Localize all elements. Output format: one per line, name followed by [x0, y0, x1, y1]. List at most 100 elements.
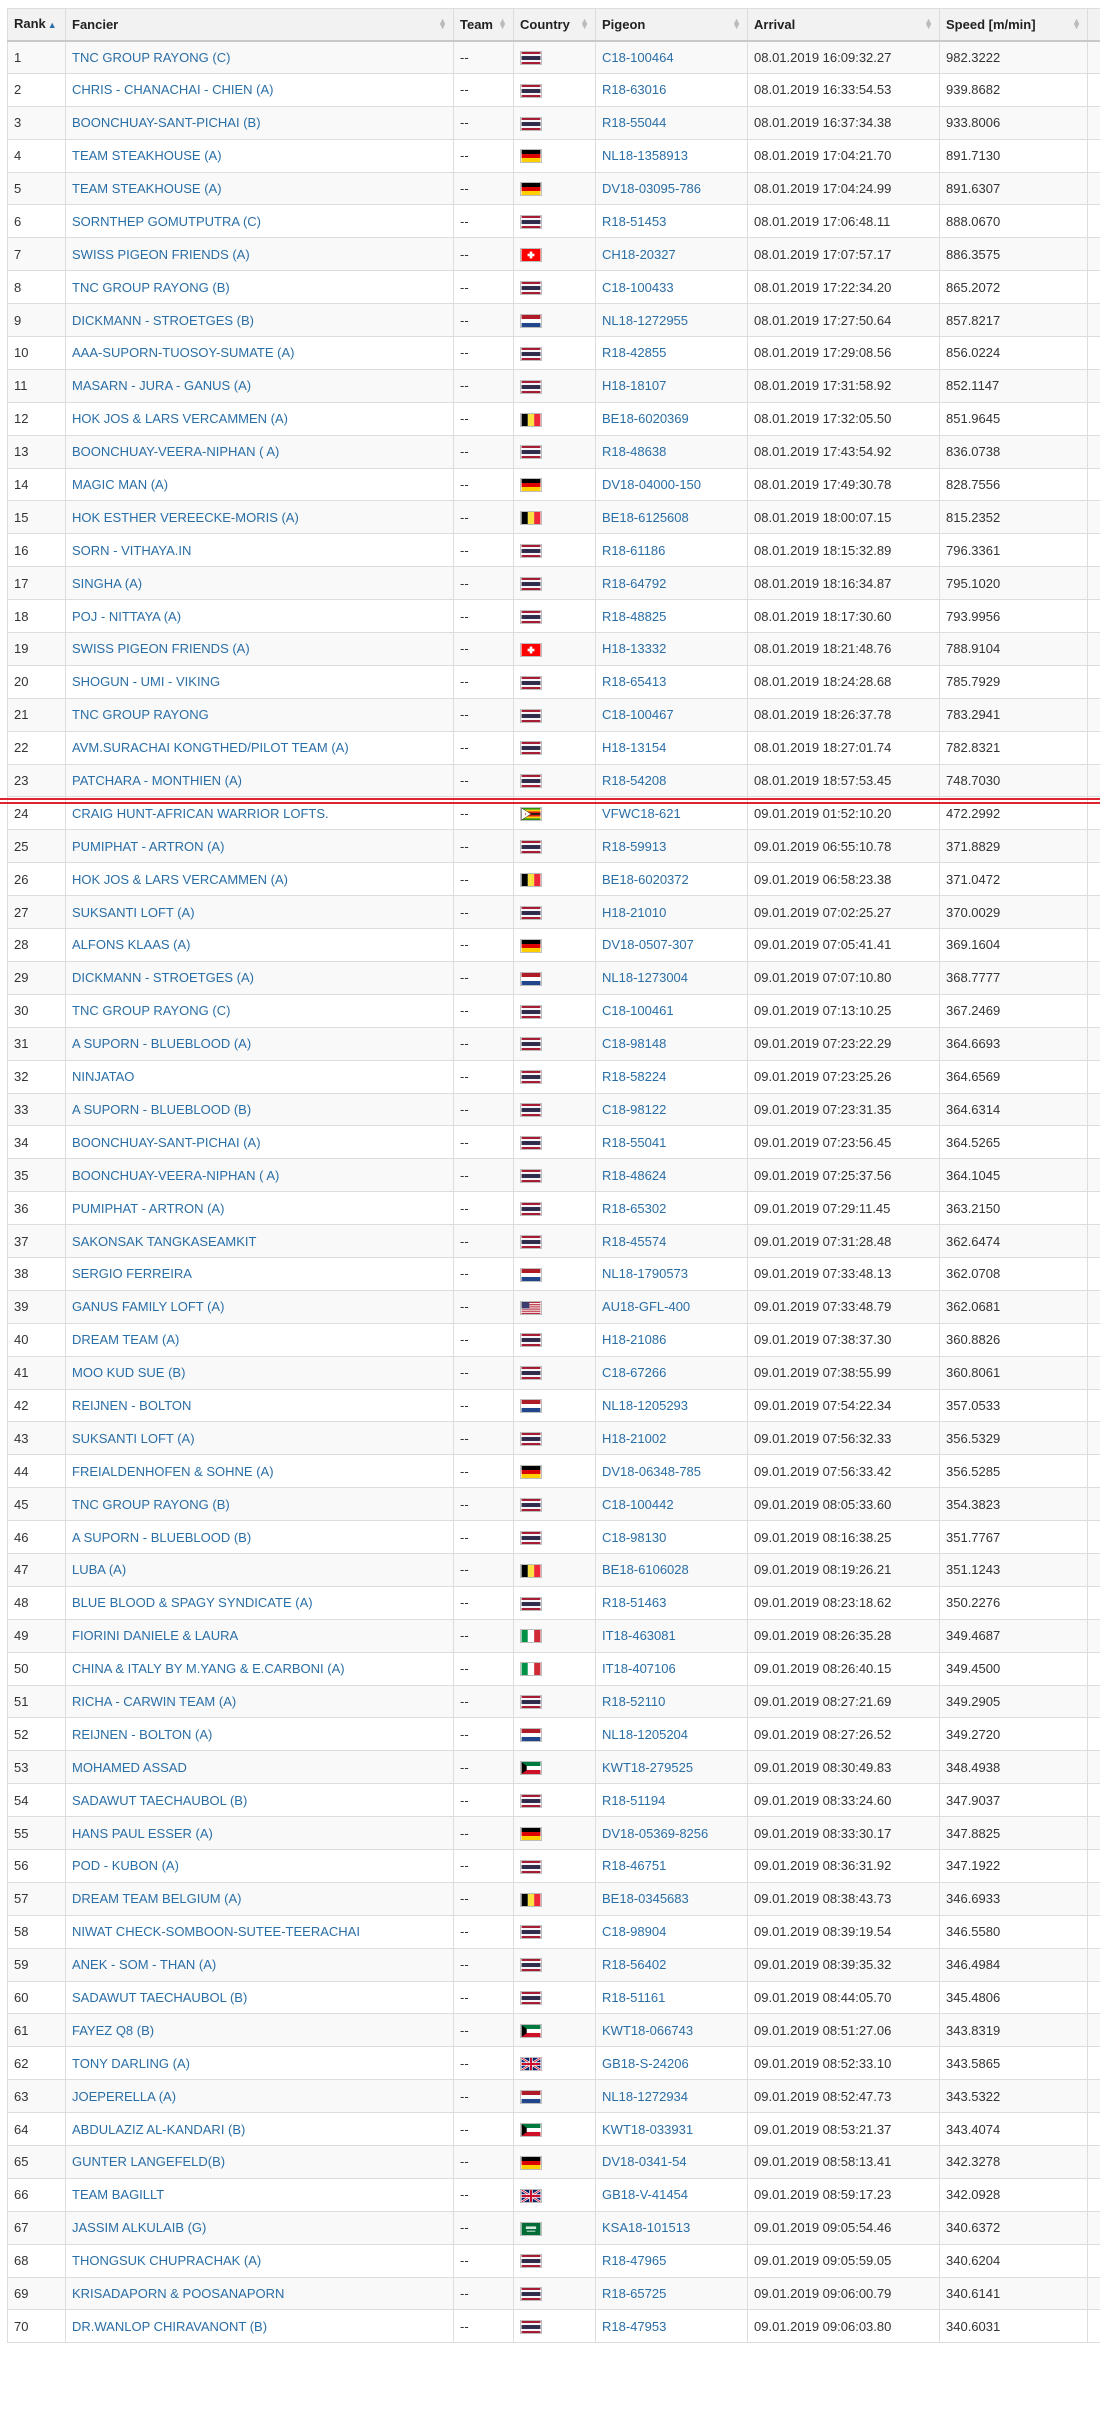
fancier-link[interactable]: DREAM TEAM BELGIUM (A) [65, 1881, 454, 1916]
pigeon-link[interactable]: NL18-1205204 [595, 1717, 748, 1752]
fancier-link[interactable]: SORNTHEP GOMUTPUTRA (C) [65, 204, 454, 239]
fancier-link[interactable]: FAYEZ Q8 (B) [65, 2013, 454, 2048]
fancier-link[interactable]: THONGSUK CHUPRACHAK (A) [65, 2243, 454, 2278]
fancier-link[interactable]: TNC GROUP RAYONG (B) [65, 270, 454, 305]
pigeon-link[interactable]: NL18-1272955 [595, 303, 748, 338]
fancier-link[interactable]: A SUPORN - BLUEBLOOD (B) [65, 1092, 454, 1127]
pigeon-link[interactable]: DV18-06348-785 [595, 1454, 748, 1489]
fancier-link[interactable]: SHOGUN - UMI - VIKING [65, 664, 454, 699]
fancier-link[interactable]: MAGIC MAN (A) [65, 467, 454, 502]
fancier-link[interactable]: TEAM BAGILLT [65, 2177, 454, 2212]
pigeon-link[interactable]: C18-98148 [595, 1026, 748, 1061]
fancier-link[interactable]: TNC GROUP RAYONG (B) [65, 1487, 454, 1522]
pigeon-link[interactable]: R18-55041 [595, 1125, 748, 1160]
fancier-link[interactable]: TNC GROUP RAYONG (C) [65, 993, 454, 1028]
pigeon-link[interactable]: R18-65302 [595, 1191, 748, 1226]
fancier-link[interactable]: BLUE BLOOD & SPAGY SYNDICATE (A) [65, 1585, 454, 1620]
pigeon-link[interactable]: NL18-1205293 [595, 1388, 748, 1423]
pigeon-link[interactable]: R18-47953 [595, 2309, 748, 2344]
fancier-link[interactable]: TEAM STEAKHOUSE (A) [65, 171, 454, 206]
fancier-link[interactable]: A SUPORN - BLUEBLOOD (B) [65, 1520, 454, 1554]
pigeon-link[interactable]: IT18-463081 [595, 1618, 748, 1653]
fancier-link[interactable]: POJ - NITTAYA (A) [65, 599, 454, 634]
pigeon-link[interactable]: DV18-0341-54 [595, 2145, 748, 2179]
pigeon-link[interactable]: C18-98122 [595, 1092, 748, 1127]
pigeon-link[interactable]: DV18-0507-307 [595, 928, 748, 962]
pigeon-link[interactable]: CH18-20327 [595, 237, 748, 272]
pigeon-link[interactable]: R18-56402 [595, 1947, 748, 1982]
header-team[interactable]: Team ▲ ▼ [453, 8, 514, 42]
fancier-link[interactable]: PATCHARA - MONTHIEN (A) [65, 763, 454, 798]
header-fancier[interactable]: Fancier ▲ ▼ [65, 8, 454, 42]
header-pigeon[interactable]: Pigeon ▲ ▼ [595, 8, 748, 42]
fancier-link[interactable]: SWISS PIGEON FRIENDS (A) [65, 632, 454, 666]
header-arrival[interactable]: Arrival ▲ ▼ [747, 8, 940, 42]
fancier-link[interactable]: BOONCHUAY-SANT-PICHAI (B) [65, 105, 454, 140]
pigeon-link[interactable]: NL18-1273004 [595, 960, 748, 995]
fancier-link[interactable]: TONY DARLING (A) [65, 2046, 454, 2081]
fancier-link[interactable]: ABDULAZIZ AL-KANDARI (B) [65, 2112, 454, 2146]
fancier-link[interactable]: BOONCHUAY-VEERA-NIPHAN ( A) [65, 434, 454, 469]
pigeon-link[interactable]: R18-48624 [595, 1158, 748, 1193]
fancier-link[interactable]: CHRIS - CHANACHAI - CHIEN (A) [65, 72, 454, 107]
pigeon-link[interactable]: H18-13154 [595, 730, 748, 765]
pigeon-link[interactable]: BE18-0345683 [595, 1881, 748, 1916]
pigeon-link[interactable]: R18-51453 [595, 204, 748, 239]
fancier-link[interactable]: TNC GROUP RAYONG [65, 697, 454, 732]
fancier-link[interactable]: TNC GROUP RAYONG (C) [65, 40, 454, 74]
fancier-link[interactable]: PUMIPHAT - ARTRON (A) [65, 1191, 454, 1226]
pigeon-link[interactable]: GB18-S-24206 [595, 2046, 748, 2081]
pigeon-link[interactable]: R18-52110 [595, 1684, 748, 1719]
pigeon-link[interactable]: R18-61186 [595, 533, 748, 568]
pigeon-link[interactable]: GB18-V-41454 [595, 2177, 748, 2212]
pigeon-link[interactable]: H18-21002 [595, 1421, 748, 1456]
pigeon-link[interactable]: C18-100467 [595, 697, 748, 732]
pigeon-link[interactable]: H18-21010 [595, 895, 748, 930]
pigeon-link[interactable]: R18-58224 [595, 1059, 748, 1094]
fancier-link[interactable]: SINGHA (A) [65, 566, 454, 601]
fancier-link[interactable]: BOONCHUAY-SANT-PICHAI (A) [65, 1125, 454, 1160]
pigeon-link[interactable]: C18-100464 [595, 40, 748, 74]
fancier-link[interactable]: JASSIM ALKULAIB (G) [65, 2210, 454, 2245]
pigeon-link[interactable]: R18-47965 [595, 2243, 748, 2278]
fancier-link[interactable]: REIJNEN - BOLTON (A) [65, 1717, 454, 1752]
fancier-link[interactable]: SADAWUT TAECHAUBOL (B) [65, 1783, 454, 1818]
fancier-link[interactable]: BOONCHUAY-VEERA-NIPHAN ( A) [65, 1158, 454, 1193]
pigeon-link[interactable]: KWT18-066743 [595, 2013, 748, 2048]
fancier-link[interactable]: SWISS PIGEON FRIENDS (A) [65, 237, 454, 272]
header-speed[interactable]: Speed [m/min] ▲ ▼ [939, 8, 1088, 42]
fancier-link[interactable]: NINJATAO [65, 1059, 454, 1094]
pigeon-link[interactable]: R18-65725 [595, 2276, 748, 2311]
pigeon-link[interactable]: C18-67266 [595, 1355, 748, 1390]
pigeon-link[interactable]: DV18-05369-8256 [595, 1816, 748, 1850]
pigeon-link[interactable]: R18-51161 [595, 1980, 748, 2015]
pigeon-link[interactable]: H18-21086 [595, 1322, 748, 1357]
pigeon-link[interactable]: H18-18107 [595, 368, 748, 403]
fancier-link[interactable]: SERGIO FERREIRA [65, 1256, 454, 1291]
fancier-link[interactable]: LUBA (A) [65, 1552, 454, 1587]
pigeon-link[interactable]: R18-63016 [595, 72, 748, 107]
pigeon-link[interactable]: R18-45574 [595, 1224, 748, 1258]
fancier-link[interactable]: MOHAMED ASSAD [65, 1750, 454, 1785]
fancier-link[interactable]: REIJNEN - BOLTON [65, 1388, 454, 1423]
pigeon-link[interactable]: DV18-04000-150 [595, 467, 748, 502]
pigeon-link[interactable]: NL18-1790573 [595, 1256, 748, 1291]
fancier-link[interactable]: DICKMANN - STROETGES (B) [65, 303, 454, 338]
pigeon-link[interactable]: DV18-03095-786 [595, 171, 748, 206]
fancier-link[interactable]: NIWAT CHECK-SOMBOON-SUTEE-TEERACHAI [65, 1914, 454, 1949]
fancier-link[interactable]: MOO KUD SUE (B) [65, 1355, 454, 1390]
fancier-link[interactable]: POD - KUBON (A) [65, 1848, 454, 1883]
fancier-link[interactable]: AAA-SUPORN-TUOSOY-SUMATE (A) [65, 336, 454, 370]
fancier-link[interactable]: SUKSANTI LOFT (A) [65, 1421, 454, 1456]
pigeon-link[interactable]: IT18-407106 [595, 1651, 748, 1686]
pigeon-link[interactable]: C18-100461 [595, 993, 748, 1028]
pigeon-link[interactable]: C18-100442 [595, 1487, 748, 1522]
pigeon-link[interactable]: H18-13332 [595, 632, 748, 666]
pigeon-link[interactable]: BE18-6020369 [595, 401, 748, 436]
fancier-link[interactable]: RICHA - CARWIN TEAM (A) [65, 1684, 454, 1719]
fancier-link[interactable]: GANUS FAMILY LOFT (A) [65, 1289, 454, 1324]
fancier-link[interactable]: DR.WANLOP CHIRAVANONT (B) [65, 2309, 454, 2344]
pigeon-link[interactable]: BE18-6106028 [595, 1552, 748, 1587]
pigeon-link[interactable]: NL18-1358913 [595, 138, 748, 173]
fancier-link[interactable]: GUNTER LANGEFELD(B) [65, 2145, 454, 2179]
